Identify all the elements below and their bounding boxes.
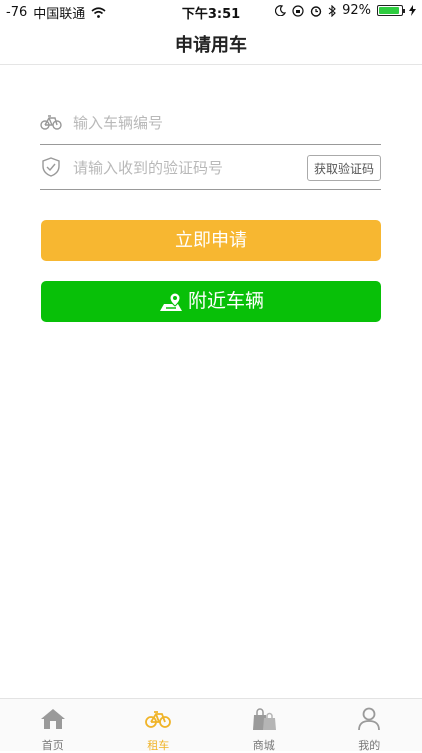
battery-percent: 92% <box>342 3 371 18</box>
nearby-vehicles-button[interactable]: 附近车辆 <box>41 281 381 322</box>
shopping-bag-icon <box>251 707 277 731</box>
tab-home-label: 首页 <box>0 737 106 753</box>
battery-fill <box>379 7 399 14</box>
map-location-icon <box>158 291 184 313</box>
tab-home[interactable]: 首页 <box>0 699 106 751</box>
get-code-button[interactable]: 获取验证码 <box>307 155 381 181</box>
battery-icon <box>377 5 403 16</box>
tab-mine[interactable]: 我的 <box>317 699 422 751</box>
moon-icon <box>275 5 286 16</box>
home-icon <box>40 707 66 731</box>
tab-rent-bike[interactable]: 租车 <box>106 699 212 751</box>
bluetooth-icon <box>328 5 336 17</box>
alarm-icon <box>310 5 322 17</box>
tab-bar: 首页 租车 商城 我的 <box>0 698 422 751</box>
verification-code-input[interactable] <box>71 155 305 181</box>
navigation-bar: 申请用车 <box>0 22 422 65</box>
vehicle-number-input[interactable] <box>71 110 305 136</box>
page-title: 申请用车 <box>175 31 247 57</box>
apply-button[interactable]: 立即申请 <box>41 220 381 261</box>
bicycle-icon <box>40 112 62 132</box>
verification-code-field: 获取验证码 <box>40 145 381 190</box>
nearby-vehicles-label: 附近车辆 <box>188 281 264 322</box>
apply-button-label: 立即申请 <box>175 230 247 251</box>
tab-mine-label: 我的 <box>317 737 422 753</box>
tab-mall-label: 商城 <box>211 737 317 753</box>
tab-mall[interactable]: 商城 <box>211 699 317 751</box>
user-icon <box>356 707 382 731</box>
status-right: 92% <box>275 3 416 18</box>
orientation-lock-icon <box>292 5 304 17</box>
vehicle-number-field <box>40 100 381 145</box>
bicycle-icon <box>145 707 171 731</box>
tab-rent-bike-label: 租车 <box>106 737 212 753</box>
shield-check-icon <box>40 157 62 177</box>
charging-icon <box>409 5 416 16</box>
status-bar: -76 中国联通 下午3:51 92% <box>0 0 422 22</box>
